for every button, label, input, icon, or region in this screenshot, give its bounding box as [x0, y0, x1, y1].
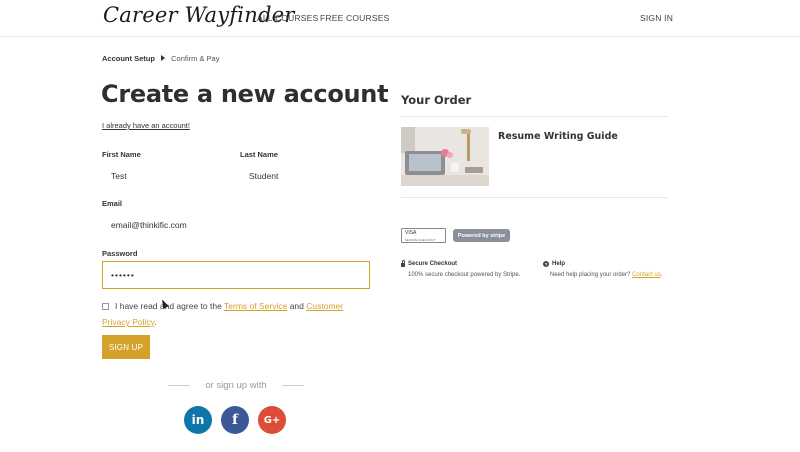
lock-icon — [401, 260, 405, 267]
password-label: Password — [102, 249, 138, 258]
terms-checkbox[interactable] — [102, 303, 109, 310]
secure-checkout-heading: Secure Checkout — [401, 260, 458, 267]
card-badge-label: VISA — [405, 230, 417, 236]
help-text: Need help placing your order? Contact us… — [550, 272, 662, 278]
secure-checkout-text: 100% secure checkout powered by Stripe. — [408, 272, 521, 278]
product-name: Resume Writing Guide — [498, 131, 618, 142]
sign-up-button[interactable]: SIGN UP — [102, 335, 150, 359]
secure-checkout-title: Secure Checkout — [408, 261, 458, 267]
breadcrumb-account-setup: Account Setup — [102, 54, 155, 63]
help-text-body: Need help placing your order? — [550, 272, 631, 278]
powered-by-stripe-badge: Powered by stripe — [453, 229, 510, 242]
breadcrumb: Account Setup Confirm & Pay — [102, 54, 219, 63]
last-name-field[interactable] — [240, 162, 368, 190]
facebook-icon[interactable]: f — [221, 406, 249, 434]
site-header: Career Wayfinder ALL COURSES FREE COURSE… — [0, 0, 800, 37]
email-field[interactable] — [102, 211, 368, 239]
divider — [401, 116, 668, 117]
terms-and: and — [289, 301, 304, 311]
product-image — [401, 127, 489, 186]
first-name-field[interactable] — [102, 162, 228, 190]
google-plus-icon[interactable]: G+ — [258, 406, 286, 434]
contact-us-link[interactable]: Contact us — [632, 272, 661, 278]
nav-free-courses[interactable]: FREE COURSES — [320, 13, 389, 23]
card-badge-sub: SECURE CHECKOUT — [405, 238, 436, 242]
email-label: Email — [102, 199, 123, 208]
terms-of-service-link[interactable]: Terms of Service — [224, 301, 287, 311]
last-name-label: Last Name — [240, 150, 278, 159]
divider — [401, 197, 668, 198]
divider-line — [168, 385, 190, 386]
already-have-account-link[interactable]: I already have an account! — [102, 121, 190, 130]
linkedin-icon[interactable]: in — [184, 406, 212, 434]
help-icon: ? — [543, 261, 549, 267]
nav-sign-in[interactable]: SIGN IN — [640, 13, 673, 23]
nav-all-courses[interactable]: ALL COURSES — [257, 13, 318, 23]
social-divider: or sign up with — [168, 380, 304, 391]
page-title: Create a new account — [101, 80, 389, 108]
help-title: Help — [552, 261, 566, 267]
breadcrumb-confirm-pay: Confirm & Pay — [171, 54, 220, 63]
divider-line — [281, 385, 304, 386]
help-text-suffix: . — [660, 272, 663, 278]
terms-agreement: I have read and agree to the Terms of Se… — [102, 298, 372, 330]
card-logos-badge: VISA SECURE CHECKOUT — [401, 228, 446, 243]
chevron-right-icon — [161, 55, 166, 61]
or-sign-up-with-text: or sign up with — [205, 380, 267, 391]
help-heading: ? Help — [543, 261, 565, 267]
password-field[interactable] — [102, 261, 370, 289]
terms-suffix: . — [154, 317, 157, 327]
first-name-label: First Name — [102, 150, 141, 159]
order-title: Your Order — [401, 93, 472, 107]
